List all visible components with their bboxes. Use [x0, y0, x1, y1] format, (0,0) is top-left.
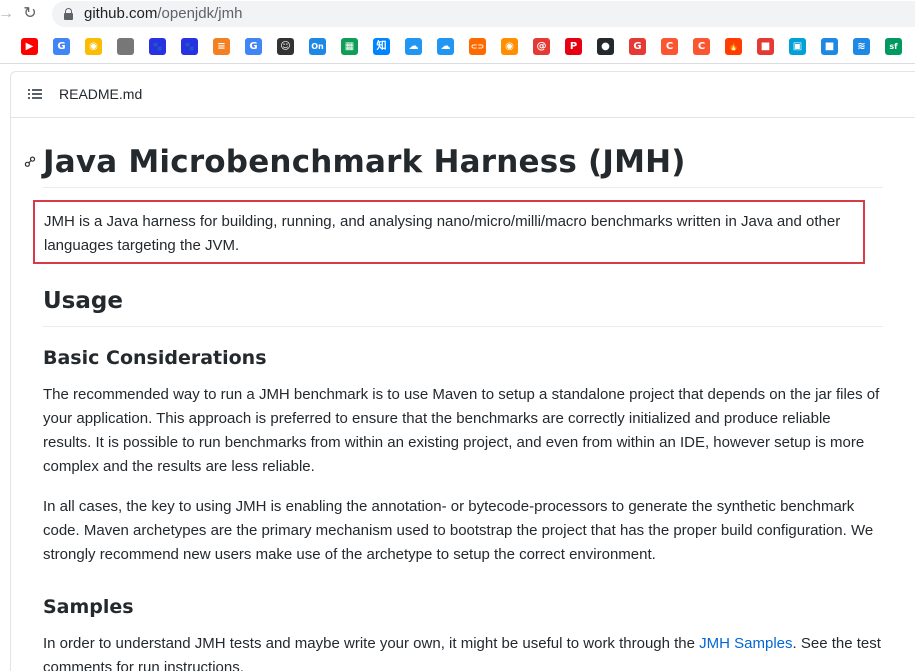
samples-heading: Samples	[43, 596, 134, 618]
orange-circle-icon[interactable]: ◉	[501, 38, 518, 55]
url-text: github.com/openjdk/jmh	[84, 6, 242, 22]
baidu-icon-2[interactable]: 🐾	[181, 38, 198, 55]
usage-heading: Usage	[43, 288, 123, 314]
page-title: Java Microbenchmark Harness (JMH)	[43, 144, 686, 180]
red-chat-icon[interactable]: ■	[757, 38, 774, 55]
basic-paragraph-1: The recommended way to run a JMH benchma…	[43, 386, 880, 475]
onenote-icon[interactable]: On	[309, 38, 326, 55]
title-section: ⚯ Java Microbenchmark Harness (JMH)	[20, 134, 883, 188]
browser-toolbar: → ↻ github.com/openjdk/jmh	[0, 0, 915, 28]
at-icon[interactable]: @	[533, 38, 550, 55]
address-bar[interactable]: github.com/openjdk/jmh	[52, 1, 915, 27]
table-of-contents-icon[interactable]	[28, 88, 42, 100]
zhihu-icon[interactable]: 知	[373, 38, 390, 55]
jmh-samples-link[interactable]: JMH Samples	[699, 635, 792, 652]
cloud-icon[interactable]: ☁	[405, 38, 422, 55]
baidu-icon[interactable]: 🐾	[149, 38, 166, 55]
samples-paragraph: In order to understand JMH tests and may…	[43, 632, 883, 671]
readme-content: ⚯ Java Microbenchmark Harness (JMH) JMH …	[20, 134, 883, 671]
bookmarks-bar: ▶ G ◉ 🐾 🐾 ≡ G ☺ On ▦ 知 ☁ ☁ ⊂⊃ ◉ @ P ● G C C 🔥 ■ ▣ ■ ≋ sf	[0, 28, 915, 64]
youtube-icon[interactable]: ▶	[21, 38, 38, 55]
google-icon[interactable]: G	[245, 38, 262, 55]
forward-arrow-icon[interactable]: →	[0, 4, 16, 24]
intro-highlighted-paragraph: JMH is a Java harness for building, runn…	[33, 200, 865, 264]
stackoverflow-icon[interactable]: ≡	[213, 38, 230, 55]
url-path: /openjdk/jmh	[157, 5, 243, 22]
layers-icon[interactable]: ≋	[853, 38, 870, 55]
reload-icon[interactable]: ↻	[20, 4, 40, 24]
github-icon[interactable]: ●	[597, 38, 614, 55]
url-host: github.com	[84, 5, 158, 22]
red-g-icon[interactable]: G	[629, 38, 646, 55]
csdn-icon[interactable]: C	[661, 38, 678, 55]
chrome-icon[interactable]: ◉	[85, 38, 102, 55]
smiley-icon[interactable]: ☺	[277, 38, 294, 55]
lock-icon	[64, 8, 73, 20]
csdn-icon-2[interactable]: C	[693, 38, 710, 55]
anchor-link-icon[interactable]: ⚯	[19, 151, 41, 173]
p-icon[interactable]: P	[565, 38, 582, 55]
bilibili-icon[interactable]: ▣	[789, 38, 806, 55]
basic-paragraph-2: In all cases, the key to using JMH is en…	[43, 498, 874, 563]
usage-divider	[43, 326, 883, 327]
github-page: README.md ⚯ Java Microbenchmark Harness …	[0, 65, 915, 671]
samples-text-before: In order to understand JMH tests and may…	[43, 635, 700, 652]
apple-icon[interactable]	[117, 38, 134, 55]
readme-header: README.md	[11, 72, 915, 118]
translate-icon[interactable]: G	[53, 38, 70, 55]
readme-filename: README.md	[59, 86, 143, 102]
blue-box-icon[interactable]: ■	[821, 38, 838, 55]
cloud-icon-2[interactable]: ☁	[437, 38, 454, 55]
readme-container: README.md ⚯ Java Microbenchmark Harness …	[10, 71, 915, 671]
basic-considerations-heading: Basic Considerations	[43, 347, 267, 369]
flame-icon[interactable]: 🔥	[725, 38, 742, 55]
segmentfault-icon[interactable]: sf	[885, 38, 902, 55]
link-bracket-icon[interactable]: ⊂⊃	[469, 38, 486, 55]
sheets-icon[interactable]: ▦	[341, 38, 358, 55]
